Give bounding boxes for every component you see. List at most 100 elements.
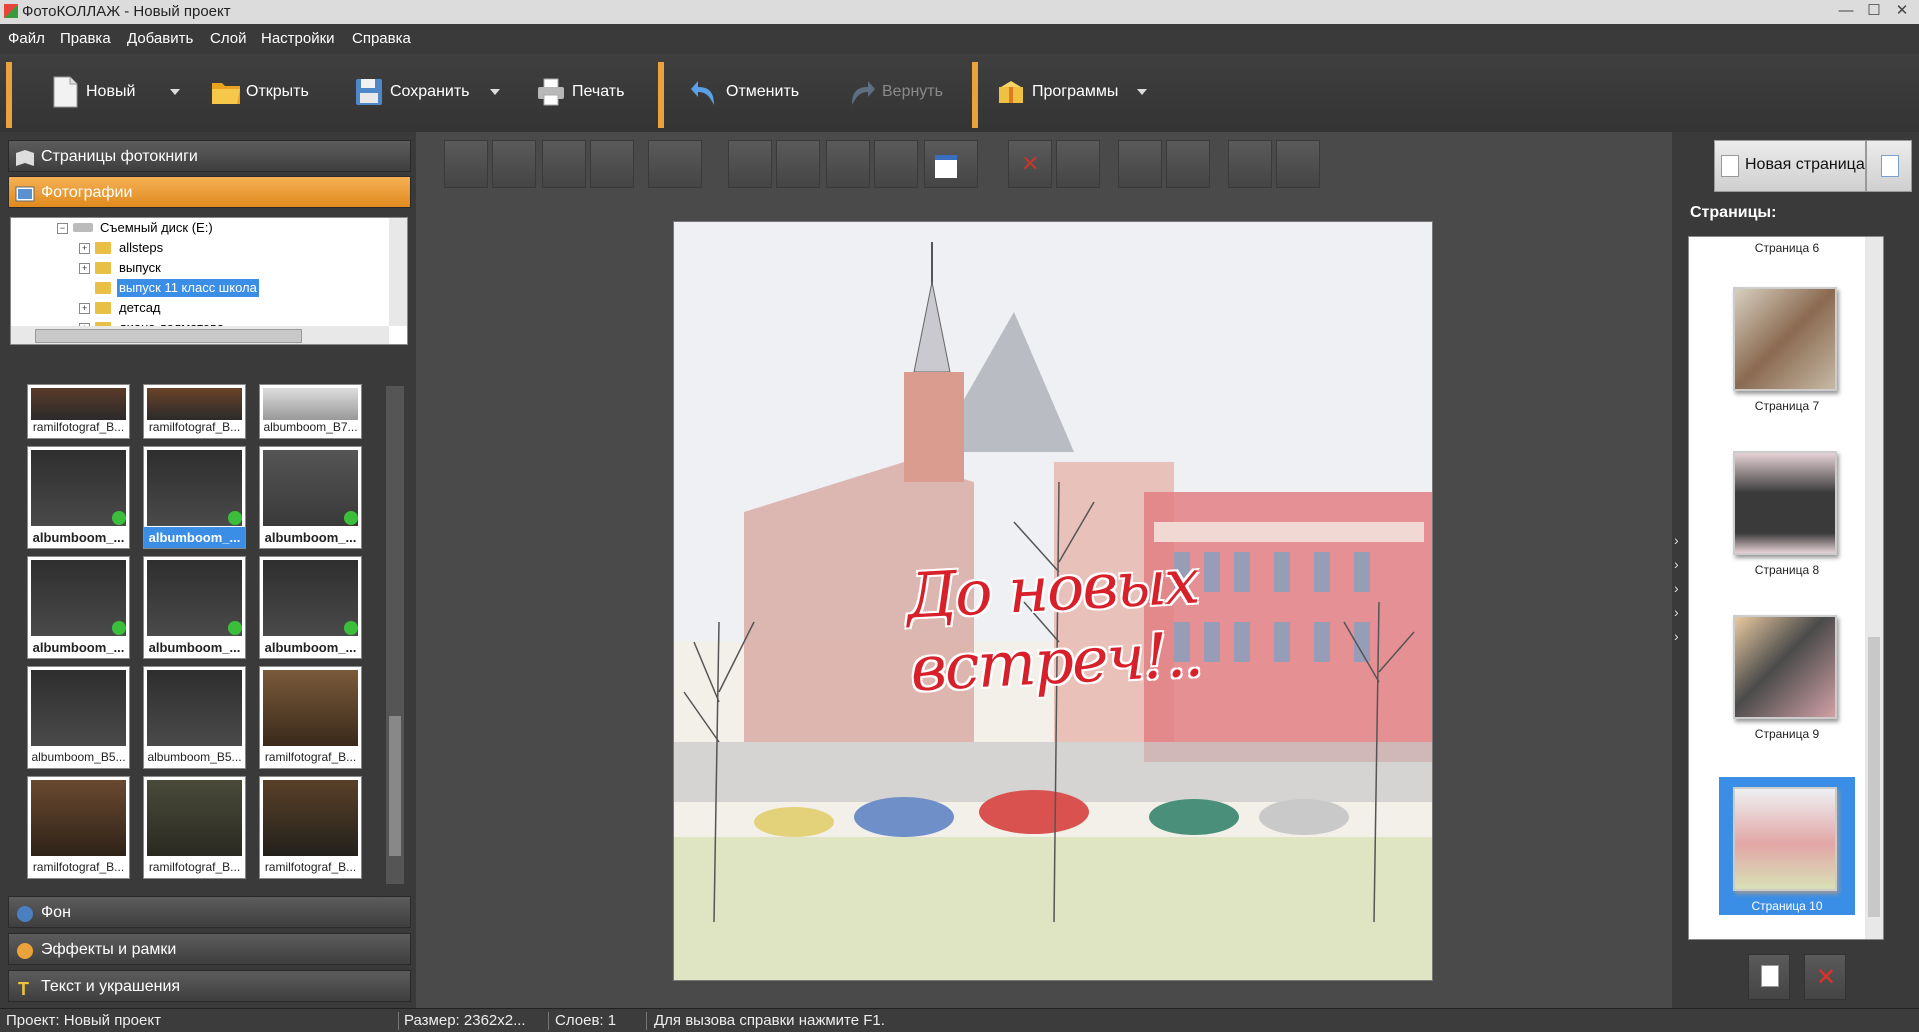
folder-tree[interactable]: − Съемный диск (E:) + allsteps + выпуск … — [10, 217, 408, 345]
photo-thumbnail[interactable]: albumboom_... — [259, 446, 362, 549]
send-backward-icon[interactable] — [542, 140, 586, 188]
chevron-right-icon[interactable]: › — [1674, 604, 1679, 620]
save-button[interactable]: Сохранить — [354, 62, 470, 122]
fill-color-icon[interactable] — [924, 140, 978, 188]
effects-apple-icon[interactable] — [1118, 140, 1162, 188]
photo-thumbnail[interactable]: ramilfotograf_B... — [143, 776, 246, 879]
gear-icon[interactable] — [1228, 140, 1272, 188]
tree-label: выпуск — [119, 260, 161, 275]
open-button[interactable]: Открыть — [210, 62, 309, 122]
magic-wand-icon[interactable] — [1166, 140, 1210, 188]
status-size: Размер: 2362x2... — [404, 1012, 526, 1029]
flip-vertical-icon[interactable] — [874, 140, 918, 188]
scroll-thumb[interactable] — [1868, 637, 1880, 917]
add-page-icon — [1721, 155, 1739, 177]
section-background[interactable]: Фон — [8, 896, 411, 928]
menu-edit[interactable]: Правка — [60, 30, 111, 47]
chevron-right-icon[interactable]: › — [1674, 532, 1679, 548]
text-t-icon: T — [15, 977, 35, 999]
copy-page-icon — [1761, 965, 1779, 987]
expand-toggle[interactable]: + — [79, 303, 90, 314]
page-canvas[interactable]: До новых встреч!.. — [673, 221, 1433, 981]
pages-scrollbar[interactable] — [1865, 237, 1883, 939]
flip-horizontal-icon[interactable] — [826, 140, 870, 188]
tree-label: Съемный диск (E:) — [100, 220, 213, 235]
section-label: Фотографии — [41, 184, 133, 201]
photo-thumbnail[interactable]: albumboom_B5... — [143, 666, 246, 769]
scroll-thumb[interactable] — [35, 329, 302, 343]
used-check-icon — [228, 511, 242, 525]
rotate-left-icon[interactable] — [728, 140, 772, 188]
thumbnails-scrollbar[interactable] — [386, 386, 404, 884]
photo-thumbnail[interactable]: ramilfotograf_B... — [259, 776, 362, 879]
book-icon — [15, 147, 35, 166]
photo-thumbnail[interactable]: ramilfotograf_B... — [27, 776, 130, 879]
collapse-toggle[interactable]: − — [57, 223, 68, 234]
crop-icon[interactable] — [1056, 140, 1100, 188]
section-text-decorations[interactable]: T Текст и украшения — [8, 970, 411, 1002]
delete-page-button[interactable]: ✕ — [1804, 954, 1846, 1000]
delete-x-icon: ✕ — [1816, 964, 1837, 991]
menu-file[interactable]: Файл — [8, 30, 45, 47]
photo-thumbnail[interactable]: ramilfotograf_B... — [259, 666, 362, 769]
used-check-icon — [228, 621, 242, 635]
chevron-right-icon[interactable]: › — [1674, 628, 1679, 644]
page-label: Страница 6 — [1754, 241, 1820, 255]
menu-settings[interactable]: Настройки — [261, 30, 335, 47]
photo-thumbnail[interactable]: albumboom_... — [143, 556, 246, 659]
send-to-back-icon[interactable] — [590, 140, 634, 188]
photo-thumbnail[interactable]: albumboom_... — [259, 556, 362, 659]
align-icon[interactable] — [648, 140, 702, 188]
menu-layer[interactable]: Слой — [210, 30, 246, 47]
expand-toggle[interactable]: + — [79, 263, 90, 274]
photo-thumbnail[interactable]: ramilfotograf_B... — [27, 384, 130, 439]
bring-to-front-icon[interactable] — [444, 140, 488, 188]
delete-icon[interactable]: ✕ — [1008, 140, 1052, 188]
maximize-button[interactable]: ☐ — [1860, 0, 1888, 24]
new-button[interactable]: Новый — [50, 62, 135, 122]
lock-icon[interactable] — [1276, 140, 1320, 188]
save-dropdown-caret[interactable] — [490, 89, 500, 95]
programs-button[interactable]: Программы — [996, 62, 1118, 122]
programs-dropdown-caret[interactable] — [1137, 89, 1147, 95]
chevron-right-icon[interactable]: › — [1674, 580, 1679, 596]
undo-button[interactable]: Отменить — [690, 62, 799, 122]
bring-forward-icon[interactable] — [492, 140, 536, 188]
duplicate-page-button[interactable] — [1748, 954, 1790, 1000]
new-dropdown-caret[interactable] — [170, 89, 180, 95]
page-settings-button[interactable] — [1866, 140, 1912, 192]
scroll-thumb[interactable] — [389, 716, 401, 856]
rotate-right-icon[interactable] — [776, 140, 820, 188]
photo-thumbnail-selected[interactable]: albumboom_... — [143, 446, 246, 549]
close-window-button[interactable]: ✕ — [1888, 0, 1916, 24]
section-photos[interactable]: Фотографии — [8, 176, 411, 208]
menu-help[interactable]: Справка — [352, 30, 411, 47]
canvas-caption[interactable]: До новых встреч!.. — [771, 537, 1338, 712]
photo-thumbnail[interactable]: albumboom_B5... — [27, 666, 130, 769]
open-label: Открыть — [246, 83, 309, 100]
new-page-button[interactable]: Новая страница — [1714, 140, 1866, 192]
photo-thumbnail[interactable]: albumboom_... — [27, 556, 130, 659]
photo-thumbnail[interactable]: albumboom_B7... — [259, 384, 362, 439]
redo-button[interactable]: Вернуть — [846, 62, 943, 122]
section-label: Фон — [41, 904, 71, 921]
minimize-button[interactable]: — — [1832, 0, 1860, 24]
menu-add[interactable]: Добавить — [127, 30, 193, 47]
print-button[interactable]: Печать — [536, 62, 624, 122]
section-effects-frames[interactable]: Эффекты и рамки — [8, 933, 411, 965]
folder-icon — [95, 282, 111, 294]
page-label: Страница 10 — [1751, 899, 1823, 913]
chevron-right-icon[interactable]: › — [1674, 556, 1679, 572]
tree-vertical-scrollbar[interactable] — [389, 218, 407, 326]
pages-list[interactable]: Страница 6 Страница 7 Страница 8 Страниц… — [1688, 236, 1884, 940]
toolbar-separator — [6, 62, 12, 128]
expand-toggle[interactable]: + — [79, 243, 90, 254]
edit-toolbar: ✕ — [438, 140, 1672, 192]
photo-thumbnail[interactable]: albumboom_... — [27, 446, 130, 549]
section-photobook-pages[interactable]: Страницы фотокниги — [8, 140, 411, 172]
used-check-icon — [112, 621, 126, 635]
undo-label: Отменить — [726, 83, 800, 100]
tree-horizontal-scrollbar[interactable] — [11, 326, 389, 344]
gift-box-icon — [996, 75, 1026, 109]
photo-thumbnail[interactable]: ramilfotograf_B... — [143, 384, 246, 439]
